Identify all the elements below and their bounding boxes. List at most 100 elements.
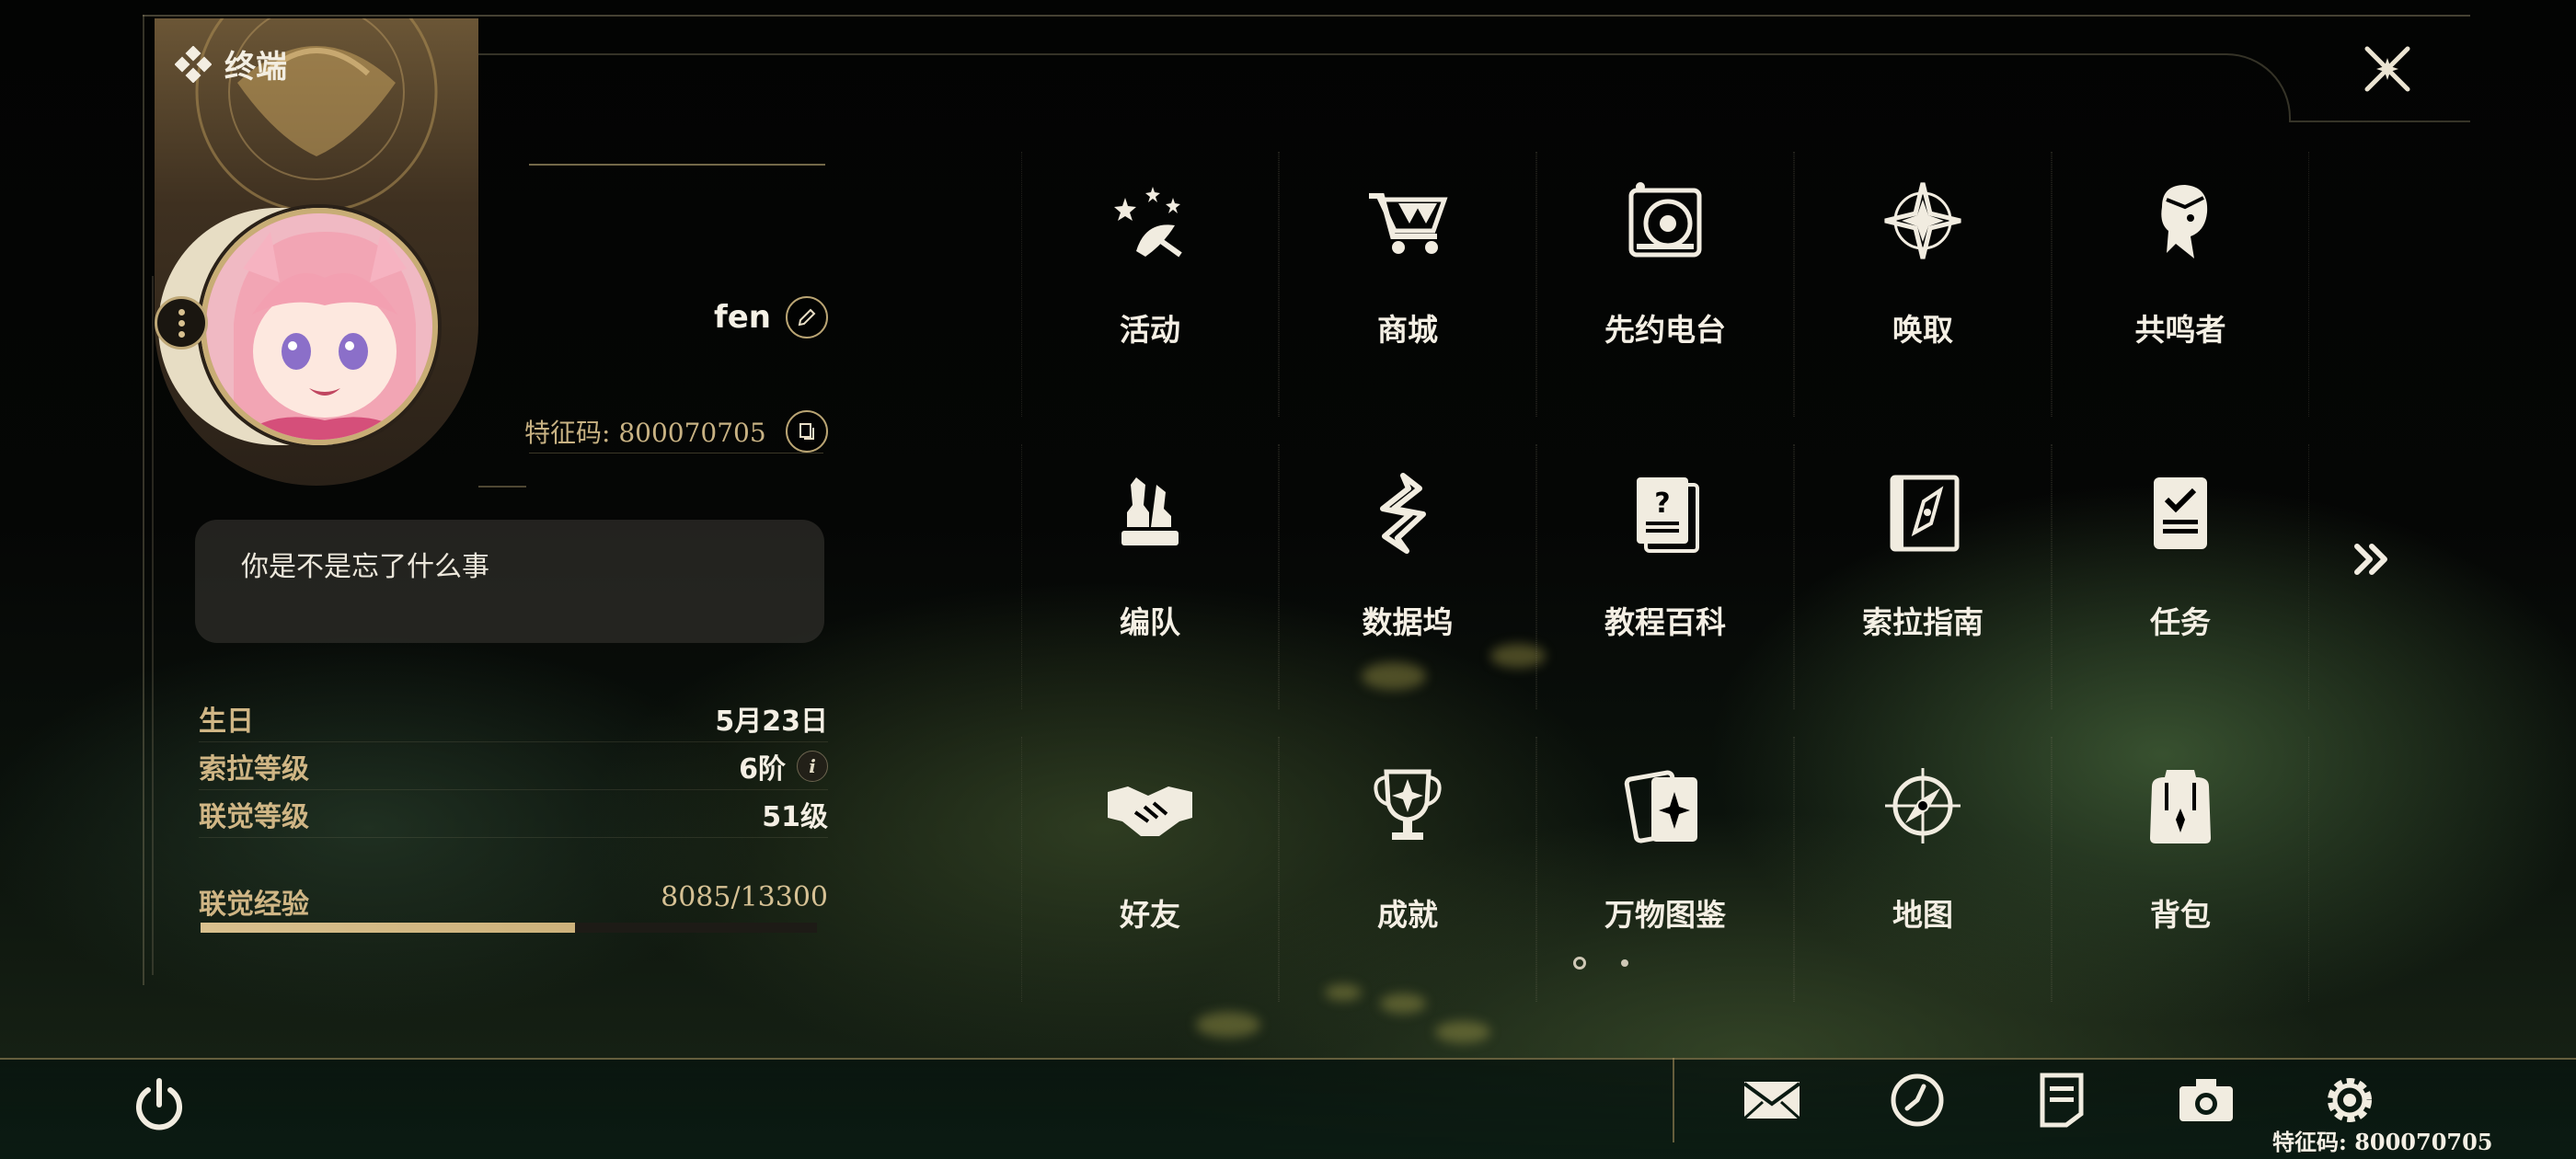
menu-item-achievements[interactable]: 成就	[1279, 737, 1536, 1029]
trophy-icon	[1362, 760, 1454, 852]
signature-text: 你是不是忘了什么事	[241, 551, 489, 583]
double-chevron-right-icon	[2354, 544, 2387, 575]
stat-label: 联觉等级	[199, 800, 309, 833]
player-id-row: 特征码: 800070705	[524, 410, 828, 453]
quest-checklist-icon	[2134, 467, 2226, 559]
menu-item-label: 任务	[2150, 604, 2211, 640]
menu-item-label: 唤取	[1892, 312, 1953, 348]
page-indicator	[1573, 957, 1628, 970]
stat-row-birthday: 生日 5月23日	[199, 694, 828, 742]
event-stars-icon	[1104, 175, 1196, 267]
stat-value-text: 5月23日	[715, 705, 828, 738]
decor-line	[529, 164, 825, 166]
signature-box[interactable]: 你是不是忘了什么事	[195, 520, 824, 643]
bottom-bar-divider	[1673, 1058, 1674, 1142]
mail-icon	[1742, 1082, 1801, 1120]
camera-icon	[2179, 1079, 2233, 1121]
menu-item-resonators[interactable]: 共鸣者	[2052, 152, 2309, 444]
menu-item-shop[interactable]: 商城	[1279, 152, 1536, 444]
menu-item-label: 好友	[1120, 897, 1180, 933]
next-page-button[interactable]	[2346, 534, 2398, 585]
exit-game-button[interactable]	[129, 1074, 190, 1135]
resonator-portrait-icon	[2134, 175, 2226, 267]
edit-name-button[interactable]	[786, 296, 828, 339]
map-compass-icon	[1877, 760, 1969, 852]
power-icon	[136, 1078, 182, 1130]
dot	[178, 330, 185, 338]
experience-progress-fill	[201, 923, 576, 933]
menu-item-team[interactable]: 编队	[1021, 444, 1279, 737]
menu-item-map[interactable]: 地图	[1794, 737, 2052, 1029]
data-dock-icon	[1362, 467, 1454, 559]
profile-stats: 生日 5月23日 索拉等级 6阶 i 联觉等级 51级	[199, 694, 828, 838]
menu-item-label: 先约电台	[1604, 312, 1726, 348]
menu-item-archive[interactable]: 万物图鉴	[1536, 737, 1794, 1029]
notice-button[interactable]	[2029, 1067, 2095, 1133]
menu-item-backpack[interactable]: 背包	[2052, 737, 2309, 1029]
menu-item-label: 成就	[1377, 897, 1438, 933]
stat-value-text: 51级	[762, 800, 828, 833]
frame-top-line	[143, 15, 2470, 17]
frame-left-line	[143, 15, 144, 985]
menu-item-convene[interactable]: 唤取	[1794, 152, 2052, 444]
copy-id-button[interactable]	[786, 410, 828, 453]
dot	[178, 319, 185, 327]
experience-row: 联觉经验 8085/13300	[199, 881, 828, 922]
stat-value-text: 6阶	[739, 752, 786, 786]
menu-item-label: 索拉指南	[1862, 604, 1984, 640]
mail-button[interactable]	[1739, 1067, 1805, 1133]
close-button[interactable]	[2355, 37, 2420, 101]
title-bar: 终端	[175, 41, 287, 86]
menu-item-radio[interactable]: 先约电台	[1536, 152, 1794, 444]
footer-player-id: 特征码: 800070705	[2272, 1129, 2493, 1155]
menu-item-label: 共鸣者	[2134, 312, 2226, 348]
experience-label: 联觉经验	[199, 889, 309, 921]
notice-icon	[2040, 1073, 2084, 1128]
stat-value: 51级	[762, 794, 828, 834]
page-dot-active[interactable]	[1573, 957, 1586, 970]
decor-line	[478, 486, 526, 488]
camera-button[interactable]	[2173, 1067, 2239, 1133]
menu-item-data-dock[interactable]: 数据坞	[1279, 444, 1536, 737]
menu-item-label: 商城	[1377, 312, 1438, 348]
menu-item-label: 背包	[2150, 897, 2211, 933]
stat-value: 6阶 i	[739, 746, 828, 786]
menu-item-activity[interactable]: 活动	[1021, 152, 1279, 444]
menu-item-tutorial[interactable]: ? 教程百科	[1536, 444, 1794, 737]
menu-item-label: 活动	[1120, 312, 1180, 348]
menu-item-friends[interactable]: 好友	[1021, 737, 1279, 1029]
clock-button[interactable]	[1884, 1067, 1950, 1133]
frame-right-line	[2291, 120, 2470, 122]
page-title: 终端	[224, 49, 287, 86]
tutorial-book-icon: ?	[1619, 467, 1711, 559]
profile-more-button[interactable]	[155, 296, 208, 350]
settings-gear-icon	[2328, 1078, 2372, 1122]
menu-item-label: 万物图鉴	[1604, 897, 1726, 933]
info-icon[interactable]: i	[797, 750, 828, 782]
menu-item-quests[interactable]: 任务	[2052, 444, 2309, 737]
shop-cart-icon	[1362, 175, 1454, 267]
stat-value: 5月23日	[715, 698, 828, 739]
avatar[interactable]	[201, 208, 438, 445]
page-dot[interactable]	[1621, 959, 1628, 967]
archive-cards-icon	[1619, 760, 1711, 852]
convene-compass-icon	[1877, 175, 1969, 267]
menu-item-label: 数据坞	[1362, 604, 1454, 640]
stat-row-sol-level: 索拉等级 6阶 i	[199, 742, 828, 790]
radio-icon	[1619, 175, 1711, 267]
svg-text:?: ?	[1654, 488, 1670, 520]
menu-item-label: 教程百科	[1604, 604, 1726, 640]
team-chess-icon	[1104, 467, 1196, 559]
player-id: 特征码: 800070705	[524, 418, 766, 448]
menu-grid: 活动 商城 先约电台 唤取 共鸣者 编队 数据坞 ? 教程百科 索拉指南 任务 …	[1021, 152, 2309, 1002]
experience-value: 8085/13300	[661, 881, 828, 913]
frame-left-inner-line	[152, 276, 154, 975]
pencil-icon	[798, 308, 816, 327]
backpack-icon	[2134, 760, 2226, 852]
player-name-row: fen	[515, 296, 828, 339]
terminal-diamond-icon	[175, 45, 212, 83]
copy-icon	[799, 423, 814, 440]
clock-icon	[1891, 1073, 1944, 1127]
menu-item-guide[interactable]: 索拉指南	[1794, 444, 2052, 737]
menu-item-label: 地图	[1892, 897, 1953, 933]
